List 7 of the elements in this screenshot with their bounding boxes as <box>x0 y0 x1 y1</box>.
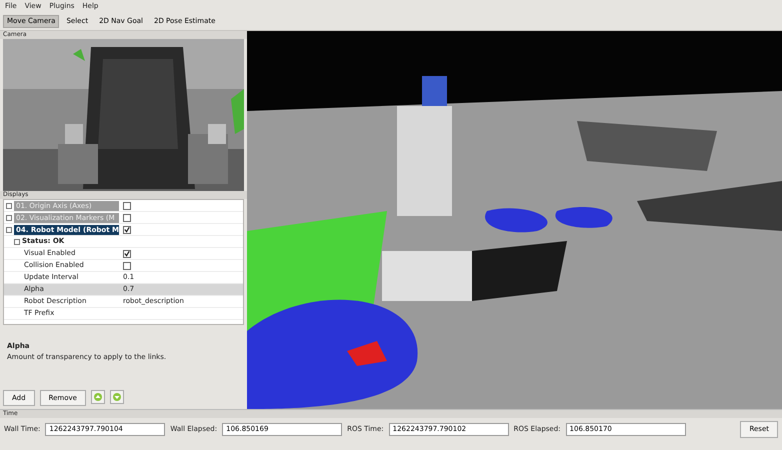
checkbox[interactable] <box>123 262 131 270</box>
up-arrow-button[interactable] <box>90 390 105 404</box>
checkbox[interactable] <box>123 226 131 234</box>
down-arrow-button[interactable] <box>110 390 124 404</box>
checkbox[interactable] <box>123 250 131 258</box>
checkbox[interactable] <box>123 202 131 210</box>
checkbox[interactable] <box>123 214 131 222</box>
